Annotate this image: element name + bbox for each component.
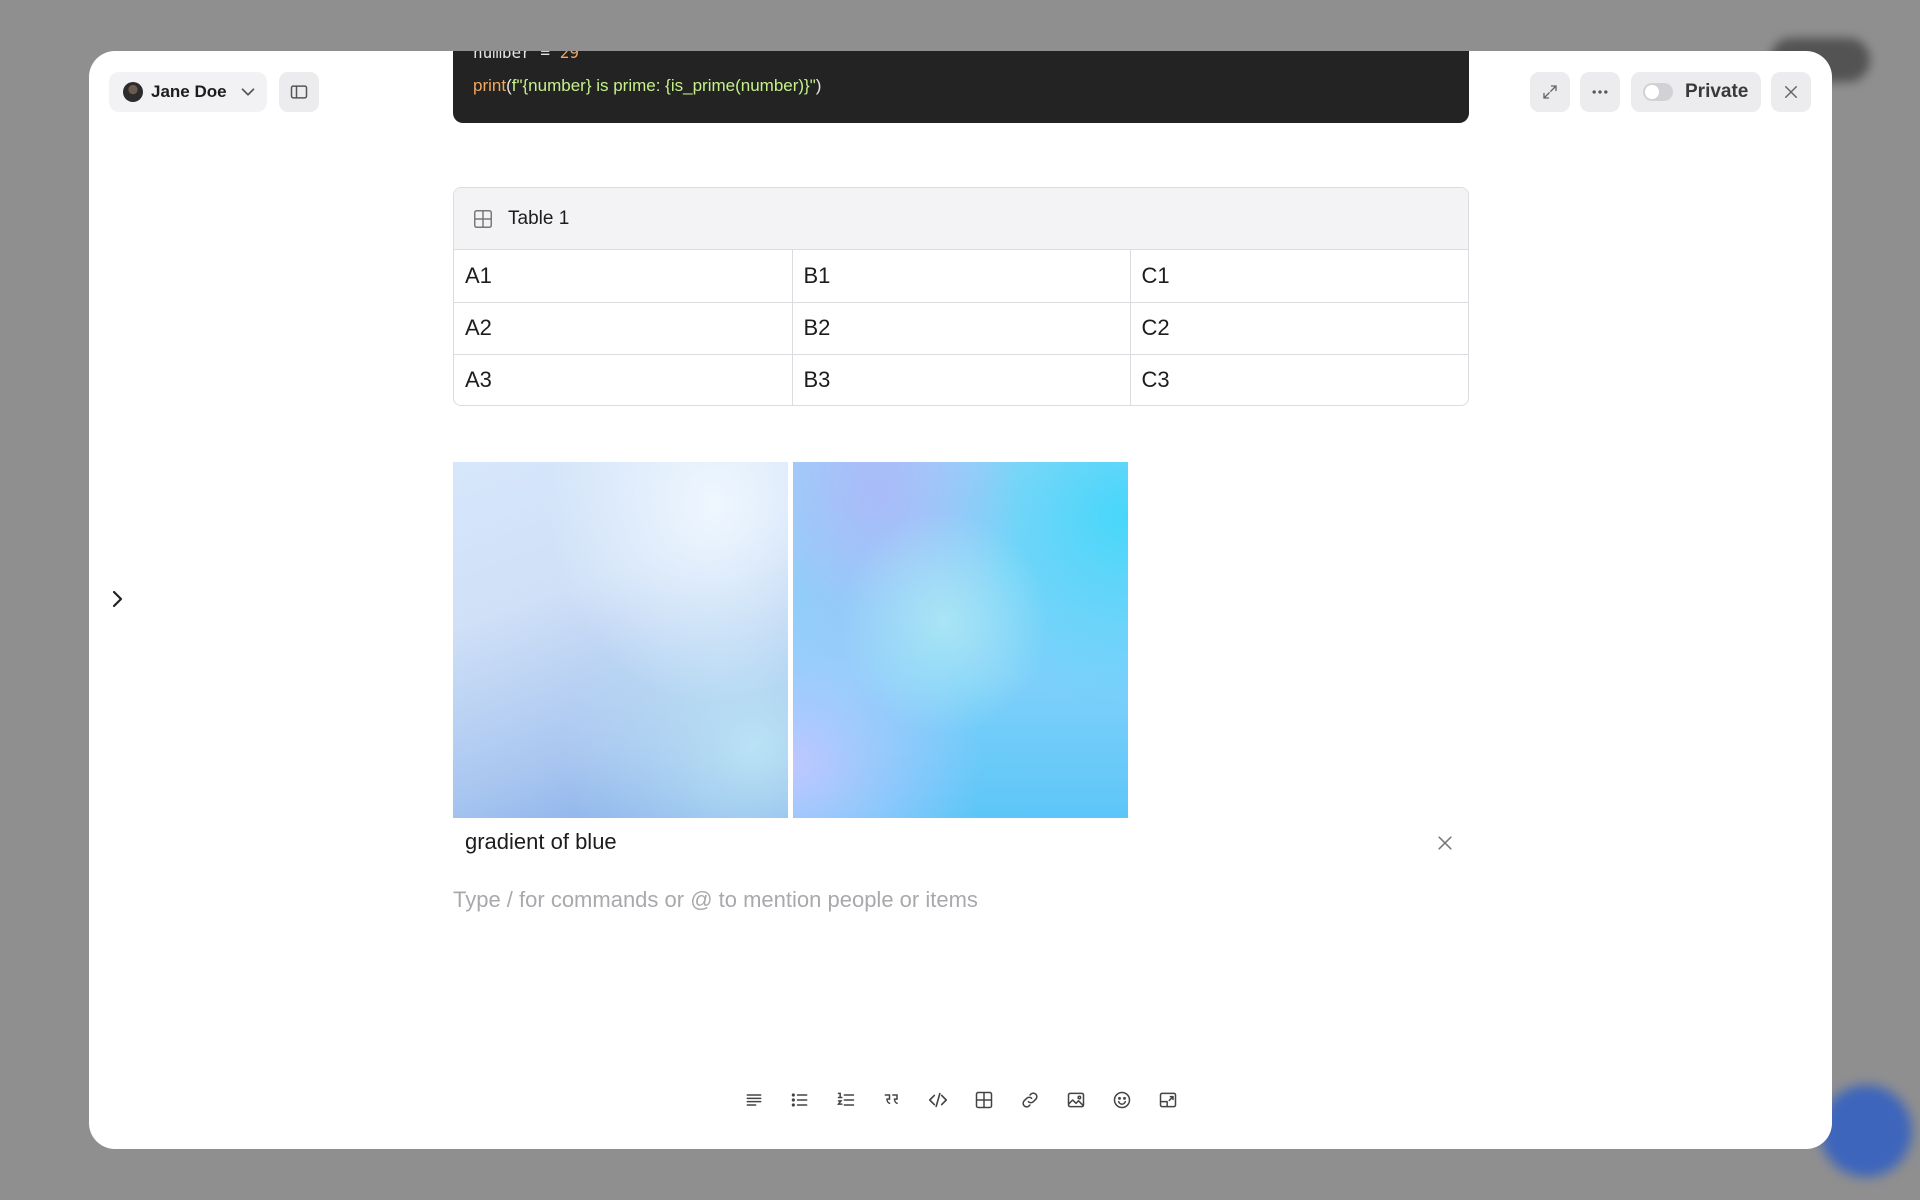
expand-icon [1543, 85, 1557, 99]
table-cell[interactable]: B2 [792, 302, 1131, 355]
table-cell[interactable]: A2 [454, 302, 793, 355]
sidebar-icon [290, 85, 308, 99]
table-icon [474, 209, 492, 228]
image-gallery [453, 462, 1128, 818]
table-cell[interactable]: C3 [1130, 354, 1468, 405]
code-number: 29 [559, 51, 579, 62]
code-string: f"{number} is prime: {is_prime(number)}" [511, 76, 816, 95]
table-row: A3 B3 C3 [454, 354, 1468, 405]
table-header: Table 1 [454, 188, 1468, 250]
quote-icon[interactable] [879, 1087, 905, 1113]
table-row: A1 B1 C1 [454, 250, 1468, 303]
table-cell[interactable]: C2 [1130, 302, 1468, 355]
chevron-down-icon [241, 88, 254, 96]
numbered-list-icon[interactable] [833, 1087, 859, 1113]
code-paren: ) [815, 76, 822, 95]
table-block[interactable]: Table 1 A1 B1 C1 A2 B2 C2 A3 B3 C3 [453, 187, 1469, 406]
table-cell[interactable]: C1 [1130, 250, 1468, 303]
image-icon[interactable] [1063, 1087, 1089, 1113]
data-table: A1 B1 C1 A2 B2 C2 A3 B3 C3 [454, 250, 1468, 405]
more-options-button[interactable] [1580, 72, 1620, 112]
table-icon[interactable] [971, 1087, 997, 1113]
close-icon[interactable] [1435, 833, 1455, 853]
formatting-toolbar [741, 1087, 1181, 1113]
gallery-caption[interactable]: gradient of blue [465, 829, 617, 855]
code-text: number = [473, 51, 560, 62]
embed-icon[interactable] [1155, 1087, 1181, 1113]
expand-button[interactable] [1530, 72, 1570, 112]
sidebar-toggle-button[interactable] [279, 72, 319, 112]
table-cell[interactable]: A3 [454, 354, 793, 405]
table-cell[interactable]: B3 [792, 354, 1131, 405]
user-name: Jane Doe [151, 82, 227, 101]
table-cell[interactable]: A1 [454, 250, 793, 303]
code-block[interactable]: number = 29 print(f"{number} is prime: {… [453, 51, 1469, 123]
emoji-icon[interactable] [1109, 1087, 1135, 1113]
close-icon [1785, 86, 1797, 98]
gallery-caption-row: gradient of blue [453, 825, 1469, 861]
more-icon [1592, 90, 1608, 94]
privacy-label: Private [1685, 81, 1749, 102]
code-keyword: print [473, 76, 507, 95]
gallery-image-2[interactable] [793, 462, 1128, 818]
code-line: number = 29 [473, 51, 579, 62]
table-title: Table 1 [508, 207, 570, 229]
avatar [123, 82, 143, 102]
table-row: A2 B2 C2 [454, 302, 1468, 355]
background-floating-button-blurred [1820, 1085, 1912, 1177]
gallery-image-1[interactable] [453, 462, 788, 818]
note-editor-modal: Jane Doe Private number = 29 print(f"{nu… [89, 51, 1832, 1149]
code-icon[interactable] [925, 1087, 951, 1113]
chevron-right-icon[interactable] [105, 587, 129, 611]
user-switcher[interactable]: Jane Doe [109, 72, 267, 112]
paragraph-icon[interactable] [741, 1087, 767, 1113]
link-icon[interactable] [1017, 1087, 1043, 1113]
code-line: print(f"{number} is prime: {is_prime(num… [473, 76, 821, 96]
close-button[interactable] [1771, 72, 1811, 112]
privacy-toggle[interactable]: Private [1631, 72, 1761, 112]
bullet-list-icon[interactable] [787, 1087, 813, 1113]
table-cell[interactable]: B1 [792, 250, 1131, 303]
editor-placeholder[interactable]: Type / for commands or @ to mention peop… [453, 887, 978, 913]
privacy-switch[interactable] [1643, 83, 1673, 101]
